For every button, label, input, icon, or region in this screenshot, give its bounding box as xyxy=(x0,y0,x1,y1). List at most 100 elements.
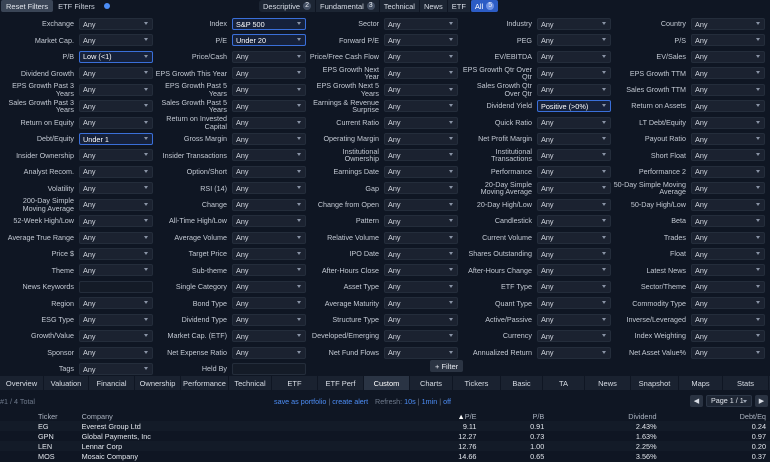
filter-select-eps-growth-next-year[interactable]: Any xyxy=(384,67,458,80)
filter-select-option-short[interactable]: Any xyxy=(232,165,306,178)
filter-select-industry[interactable]: Any xyxy=(537,18,611,30)
column-header-pb[interactable]: P/B xyxy=(480,411,548,421)
filter-select-average-volume[interactable]: Any xyxy=(232,231,306,244)
filter-select-p-b[interactable]: Low (<1) xyxy=(79,50,153,63)
filter-select-market-cap-etf[interactable]: Any xyxy=(232,330,306,343)
filter-select-index[interactable]: S&P 500 xyxy=(232,18,306,30)
filter-select-eps-growth-ttm[interactable]: Any xyxy=(691,67,765,80)
cell-ticker[interactable]: LEN xyxy=(0,441,62,451)
filter-select-sponsor[interactable]: Any xyxy=(79,346,153,359)
filter-select-relative-volume[interactable]: Any xyxy=(384,231,458,244)
filter-select-beta[interactable]: Any xyxy=(691,215,765,228)
filter-select-insider-ownership[interactable]: Any xyxy=(79,149,153,162)
page-select[interactable]: Page 1 / 1 xyxy=(706,394,752,407)
filter-select-net-fund-flows[interactable]: Any xyxy=(384,346,458,359)
filter-select-inverse-leveraged[interactable]: Any xyxy=(691,313,765,326)
filter-select-change-from-open[interactable]: Any xyxy=(384,198,458,211)
filter-select-target-price[interactable]: Any xyxy=(232,248,306,261)
filter-select-theme[interactable]: Any xyxy=(79,264,153,277)
filter-select-etf-type[interactable]: Any xyxy=(537,280,611,293)
view-tab-stats[interactable]: Stats xyxy=(723,376,769,390)
filter-select-p-e[interactable]: Under 20 xyxy=(232,34,306,47)
filter-select-short-float[interactable]: Any xyxy=(691,149,765,162)
refresh-off-link[interactable]: off xyxy=(443,397,451,406)
filter-select-sales-growth-past-3-years[interactable]: Any xyxy=(79,100,153,113)
tab-fundamental[interactable]: Fundamental 3 xyxy=(316,0,380,12)
tab-news[interactable]: News xyxy=(420,0,448,12)
filter-select-dividend-growth[interactable]: Any xyxy=(79,67,153,80)
filter-select-asset-type[interactable]: Any xyxy=(384,280,458,293)
cell-company[interactable]: Lennar Corp xyxy=(61,441,265,451)
save-as-portfolio-link[interactable]: save as portfolio xyxy=(274,397,326,406)
create-alert-link[interactable]: create alert xyxy=(332,397,368,406)
filter-select-after-hours-close[interactable]: Any xyxy=(384,264,458,277)
filter-select-sector[interactable]: Any xyxy=(384,18,458,30)
refresh-10s-link[interactable]: 10s xyxy=(404,397,416,406)
filter-select-eps-growth-past-5-years[interactable]: Any xyxy=(232,83,306,96)
filter-select-active-passive[interactable]: Any xyxy=(537,313,611,326)
view-tab-ownership[interactable]: Ownership xyxy=(135,376,181,390)
filter-select-single-category[interactable]: Any xyxy=(232,280,306,293)
filter-select-price[interactable]: Any xyxy=(79,248,153,261)
filter-select-analyst-recom[interactable]: Any xyxy=(79,165,153,178)
filter-select-net-asset-value[interactable]: Any xyxy=(691,346,765,359)
filter-select-net-profit-margin[interactable]: Any xyxy=(537,133,611,145)
filter-select-eps-growth-this-year[interactable]: Any xyxy=(232,67,306,80)
filter-select-eps-growth-qtr-over-qtr[interactable]: Any xyxy=(537,67,611,80)
view-tab-custom[interactable]: Custom xyxy=(364,376,410,390)
filter-select-after-hours-change[interactable]: Any xyxy=(537,264,611,277)
refresh-1min-link[interactable]: 1min xyxy=(422,397,438,406)
view-tab-etf-perf[interactable]: ETF Perf xyxy=(318,376,364,390)
cell-company[interactable]: Everest Group Ltd xyxy=(61,421,265,431)
cell-company[interactable]: Global Payments, Inc xyxy=(61,431,265,441)
filter-select-quick-ratio[interactable]: Any xyxy=(537,116,611,129)
filter-input-held-by[interactable] xyxy=(232,363,306,376)
filter-select-performance[interactable]: Any xyxy=(537,165,611,178)
add-filter-button[interactable]: + Filter xyxy=(430,360,464,372)
filter-select-return-on-invested-capital[interactable]: Any xyxy=(232,116,306,129)
filter-select-esg-type[interactable]: Any xyxy=(79,313,153,326)
filter-select-sub-theme[interactable]: Any xyxy=(232,264,306,277)
tab-technical[interactable]: Technical xyxy=(380,0,420,12)
table-row[interactable]: EG Everest Group Ltd 9.11 0.91 2.43% 0.24 xyxy=(0,421,770,431)
filter-select-dividend-yield[interactable]: Positive (>0%) xyxy=(537,100,611,113)
filter-select-institutional-ownership[interactable]: Any xyxy=(384,149,458,162)
view-tab-financial[interactable]: Financial xyxy=(89,376,135,390)
filter-select-average-maturity[interactable]: Any xyxy=(384,297,458,310)
filter-select-sales-growth-qtr-over-qtr[interactable]: Any xyxy=(537,83,611,96)
view-tab-overview[interactable]: Overview xyxy=(0,376,44,390)
filter-select-region[interactable]: Any xyxy=(79,297,153,310)
filter-select-institutional-transactions[interactable]: Any xyxy=(537,149,611,162)
view-tab-valuation[interactable]: Valuation xyxy=(44,376,89,390)
column-header-pe[interactable]: ▲P/E xyxy=(265,411,481,421)
filter-select-gap[interactable]: Any xyxy=(384,182,458,195)
filter-select-candlestick[interactable]: Any xyxy=(537,215,611,228)
filter-select-return-on-equity[interactable]: Any xyxy=(79,116,153,129)
cell-ticker[interactable]: MOS xyxy=(0,451,62,461)
cell-ticker[interactable]: EG xyxy=(0,421,62,431)
filter-select-ev-ebitda[interactable]: Any xyxy=(537,50,611,63)
filter-select-ipo-date[interactable]: Any xyxy=(384,248,458,261)
tab-etf[interactable]: ETF xyxy=(448,0,471,12)
filter-select-price-free-cash-flow[interactable]: Any xyxy=(384,50,458,63)
view-tab-ta[interactable]: TA xyxy=(543,376,585,390)
column-header-company[interactable]: Company xyxy=(62,411,265,421)
filter-select-current-ratio[interactable]: Any xyxy=(384,116,458,129)
view-tab-etf[interactable]: ETF xyxy=(272,376,318,390)
table-row[interactable]: GPN Global Payments, Inc 12.27 0.73 1.63% 0.9… xyxy=(0,431,770,441)
filter-input-news-keywords[interactable] xyxy=(79,280,153,293)
filter-select-index-weighting[interactable]: Any xyxy=(691,330,765,343)
view-tab-basic[interactable]: Basic xyxy=(501,376,543,390)
filter-select-earnings-and-revenue-surprise[interactable]: Any xyxy=(384,100,458,113)
filter-select-52-week-high-low[interactable]: Any xyxy=(79,215,153,228)
filter-select-commodity-type[interactable]: Any xyxy=(691,297,765,310)
filter-select-market-cap[interactable]: Any xyxy=(79,34,153,47)
column-header-ticker[interactable]: Ticker xyxy=(0,411,62,421)
table-row[interactable]: LEN Lennar Corp 12.76 1.00 2.25% 0.20 xyxy=(0,441,770,451)
filter-select-20-day-high-low[interactable]: Any xyxy=(537,198,611,211)
filter-select-50-day-simple-moving-average[interactable]: Any xyxy=(691,182,765,195)
view-tab-technical[interactable]: Technical xyxy=(229,376,272,390)
filter-select-annualized-return[interactable]: Any xyxy=(537,346,611,359)
filter-select-payout-ratio[interactable]: Any xyxy=(691,133,765,145)
filter-select-country[interactable]: Any xyxy=(691,18,765,30)
